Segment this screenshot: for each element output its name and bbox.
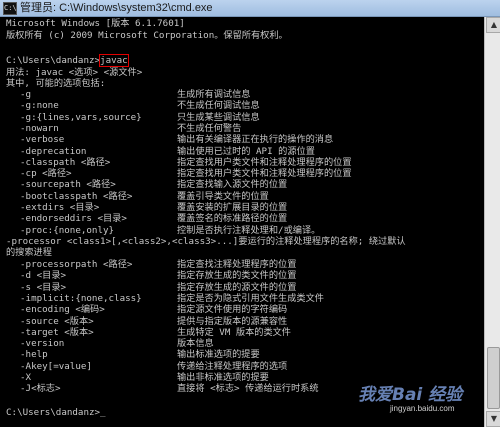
header-version: Microsoft Windows [版本 6.1.7601]: [6, 18, 185, 29]
window-title: 管理员: C:\Windows\system32\cmd.exe: [20, 2, 213, 14]
option-flag: -extdirs <目录>: [20, 202, 100, 213]
option-flag: -cp <路径>: [20, 168, 72, 180]
option-flag: -bootclasspath <路径>: [20, 190, 133, 202]
option-description: 输出标准选项的提要: [177, 349, 260, 361]
option-description: 只生成某些调试信息: [177, 111, 260, 123]
vertical-scrollbar[interactable]: ▲ ▼: [484, 17, 500, 427]
option-flag: -g: [20, 89, 32, 100]
title-bar[interactable]: C:\ 管理员: C:\Windows\system32\cmd.exe: [0, 0, 500, 17]
option-flag: -source <版本>: [20, 315, 94, 327]
option-description: 控制是否执行注释处理和/或编译。: [177, 224, 321, 236]
option-description: 指定查找注释处理程序的位置: [177, 259, 297, 270]
option-flag: -version: [20, 338, 65, 350]
console-output[interactable]: Microsoft Windows [版本 6.1.7601] 版权所有 (c)…: [0, 17, 484, 427]
option-flag: -help: [20, 349, 48, 361]
option-description: 覆盖签名的标准路径的位置: [177, 213, 288, 225]
option-flag: -deprecation: [20, 145, 87, 157]
option-flag: -J<标志>: [20, 383, 61, 395]
option-flag: -verbose: [20, 134, 65, 146]
option-description: 指定存放生成的源文件的位置: [177, 281, 297, 293]
option-description: 传递给注释处理程序的选项: [177, 360, 288, 372]
option-description: 指定存放生成的类文件的位置: [177, 270, 297, 282]
header-copyright: 版权所有 (c) 2009 Microsoft Corporation。保留所有…: [6, 30, 288, 41]
baidu-watermark: 我爱Bai 经验 jingyan.baidu.com: [350, 380, 480, 422]
option-description: 输出有关编译器正在执行的操作的消息: [177, 134, 334, 146]
option-description: 不生成任何调试信息: [177, 100, 260, 112]
option-description: 指定查找输入源文件的位置: [177, 179, 288, 191]
cmd-window: C:\ 管理员: C:\Windows\system32\cmd.exe Mic…: [0, 0, 500, 427]
text-cursor: _: [100, 407, 106, 418]
option-description: 覆盖引导类文件的位置: [177, 190, 269, 202]
scroll-thumb[interactable]: [487, 347, 500, 409]
prompt: C:\Users\dandanz>: [6, 55, 101, 66]
option-description: 直接将 <标志> 传递给运行时系统: [177, 383, 319, 395]
option-flag: -proc:{none,only}: [20, 224, 115, 236]
option-flag: -target <版本>: [20, 326, 94, 338]
option-flag: -d <目录>: [20, 270, 67, 282]
cmd-icon: C:\: [3, 2, 17, 15]
option-description: 生成所有调试信息: [177, 89, 251, 100]
option-flag: -implicit:{none,class}: [20, 292, 142, 304]
option-flag: -X: [20, 372, 32, 383]
intro-line: 其中, 可能的选项包括:: [6, 78, 106, 89]
scroll-up-arrow-icon[interactable]: ▲: [486, 17, 500, 33]
option-description: 提供与指定版本的源兼容性: [177, 315, 288, 327]
watermark-logo-text: 我爱Bai 经验: [358, 385, 463, 405]
final-prompt: C:\Users\dandanz>: [6, 407, 101, 418]
option-flag: -endorseddirs <目录>: [20, 213, 127, 225]
option-description: 生成特定 VM 版本的类文件: [177, 326, 291, 338]
option-flag: -g:{lines,vars,source}: [20, 111, 142, 123]
option-flag: -processorpath <路径>: [20, 259, 133, 270]
processor-line-cont: 的搜索进程: [6, 247, 52, 258]
option-flag: -g:none: [20, 100, 59, 112]
option-description: 指定源文件使用的字符编码: [177, 304, 288, 316]
option-description: 输出非标准选项的提要: [177, 372, 269, 383]
option-flag: -s <目录>: [20, 281, 67, 293]
scroll-down-arrow-icon[interactable]: ▼: [486, 411, 500, 427]
option-flag: -Akey[=value]: [20, 360, 92, 372]
processor-line: -processor <class1>[,<class2>,<class3>..…: [6, 236, 406, 247]
option-description: 指定查找用户类文件和注释处理程序的位置: [177, 156, 352, 168]
option-description: 版本信息: [177, 338, 214, 350]
highlighted-command: javac: [99, 54, 129, 67]
option-description: 覆盖安装的扩展目录的位置: [177, 202, 288, 213]
option-description: 指定查找用户类文件和注释处理程序的位置: [177, 168, 352, 180]
option-flag: -encoding <编码>: [20, 304, 105, 316]
option-description: 不生成任何警告: [177, 122, 242, 134]
option-description: 指定是否为隐式引用文件生成类文件: [177, 292, 324, 304]
option-description: 输出使用已过时的 API 的源位置: [177, 145, 315, 157]
option-flag: -classpath <路径>: [20, 156, 111, 168]
command-line: C:\Users\dandanz>javac: [6, 54, 129, 67]
final-prompt-line: C:\Users\dandanz>_: [6, 407, 106, 418]
usage-line: 用法: javac <选项> <源文件>: [6, 67, 143, 78]
option-flag: -nowarn: [20, 122, 59, 134]
watermark-url: jingyan.baidu.com: [390, 404, 455, 413]
option-flag: -sourcepath <路径>: [20, 179, 116, 191]
